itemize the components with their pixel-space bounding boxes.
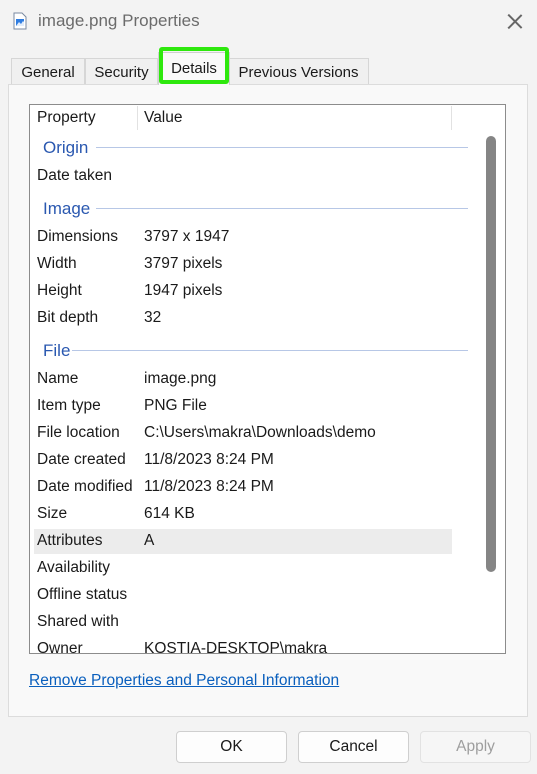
tab-previous-versions[interactable]: Previous Versions bbox=[228, 58, 369, 85]
close-icon[interactable] bbox=[500, 6, 530, 36]
column-header-value[interactable]: Value bbox=[144, 109, 183, 127]
ok-button[interactable]: OK bbox=[176, 731, 287, 763]
property-value: 1947 pixels bbox=[144, 282, 223, 299]
list-item[interactable]: Size 614 KB bbox=[34, 502, 452, 527]
property-value: KOSTIA-DESKTOP\makra bbox=[144, 640, 328, 654]
list-item[interactable]: Date modified 11/8/2023 8:24 PM bbox=[34, 475, 452, 500]
column-divider[interactable] bbox=[137, 106, 138, 130]
property-name: Date modified bbox=[37, 478, 133, 495]
property-value: 11/8/2023 8:24 PM bbox=[144, 451, 274, 468]
apply-button[interactable]: Apply bbox=[420, 731, 531, 763]
window-title: image.png Properties bbox=[38, 11, 200, 30]
tab-security[interactable]: Security bbox=[85, 58, 158, 85]
property-value: A bbox=[144, 532, 155, 549]
tab-general[interactable]: General bbox=[11, 58, 85, 85]
list-item[interactable]: Owner KOSTIA-DESKTOP\makra bbox=[34, 637, 452, 654]
details-list[interactable]: Property Value Origin Date taken Image D… bbox=[29, 104, 506, 654]
property-name: Dimensions bbox=[37, 228, 118, 245]
title-bar: image.png Properties bbox=[0, 0, 537, 44]
scrollbar-thumb[interactable] bbox=[486, 136, 496, 572]
property-name: Date taken bbox=[37, 167, 112, 184]
column-divider[interactable] bbox=[451, 106, 452, 130]
list-item[interactable]: Height 1947 pixels bbox=[34, 279, 452, 304]
group-label-image: Image bbox=[43, 199, 91, 218]
image-file-icon bbox=[13, 12, 27, 30]
column-header-property[interactable]: Property bbox=[37, 109, 96, 127]
property-name: Owner bbox=[37, 640, 83, 654]
property-name: Availability bbox=[37, 559, 110, 576]
property-value: 3797 x 1947 bbox=[144, 228, 230, 245]
list-item[interactable]: Dimensions 3797 x 1947 bbox=[34, 225, 452, 250]
list-item[interactable]: Width 3797 pixels bbox=[34, 252, 452, 277]
vertical-scrollbar[interactable] bbox=[485, 131, 505, 653]
group-label-origin: Origin bbox=[43, 138, 89, 157]
property-value: C:\Users\makra\Downloads\demo bbox=[144, 424, 376, 441]
list-item[interactable]: Offline status bbox=[34, 583, 452, 608]
list-item[interactable]: Date created 11/8/2023 8:24 PM bbox=[34, 448, 452, 473]
remove-properties-link[interactable]: Remove Properties and Personal Informati… bbox=[29, 672, 339, 690]
list-item[interactable]: Bit depth 32 bbox=[34, 306, 452, 331]
property-name: File location bbox=[37, 424, 120, 441]
property-name: Width bbox=[37, 255, 77, 272]
property-name: Attributes bbox=[37, 532, 103, 549]
property-value: 614 KB bbox=[144, 505, 195, 522]
property-name: Item type bbox=[37, 397, 101, 414]
group-label-file: File bbox=[43, 341, 71, 360]
group-divider bbox=[96, 147, 468, 148]
property-name: Size bbox=[37, 505, 68, 522]
list-item[interactable]: Item type PNG File bbox=[34, 394, 452, 419]
cancel-button[interactable]: Cancel bbox=[298, 731, 409, 763]
property-name: Name bbox=[37, 370, 79, 387]
property-name: Bit depth bbox=[37, 309, 99, 326]
group-divider bbox=[96, 208, 468, 209]
list-item[interactable]: Shared with bbox=[34, 610, 452, 635]
property-value: 11/8/2023 8:24 PM bbox=[144, 478, 274, 495]
list-item-selected[interactable]: Attributes A bbox=[34, 529, 452, 554]
list-header: Property Value bbox=[30, 105, 505, 131]
property-name: Shared with bbox=[37, 613, 119, 630]
group-divider bbox=[72, 350, 468, 351]
property-value: 3797 pixels bbox=[144, 255, 223, 272]
property-value: 32 bbox=[144, 309, 162, 326]
property-name: Height bbox=[37, 282, 82, 299]
tab-highlight bbox=[159, 47, 229, 84]
property-value: image.png bbox=[144, 370, 217, 387]
property-value: PNG File bbox=[144, 397, 207, 414]
list-item[interactable]: Date taken bbox=[34, 164, 452, 189]
property-name: Date created bbox=[37, 451, 126, 468]
property-name: Offline status bbox=[37, 586, 128, 603]
list-item[interactable]: Name image.png bbox=[34, 367, 452, 392]
list-item[interactable]: Availability bbox=[34, 556, 452, 581]
list-item[interactable]: File location C:\Users\makra\Downloads\d… bbox=[34, 421, 452, 446]
